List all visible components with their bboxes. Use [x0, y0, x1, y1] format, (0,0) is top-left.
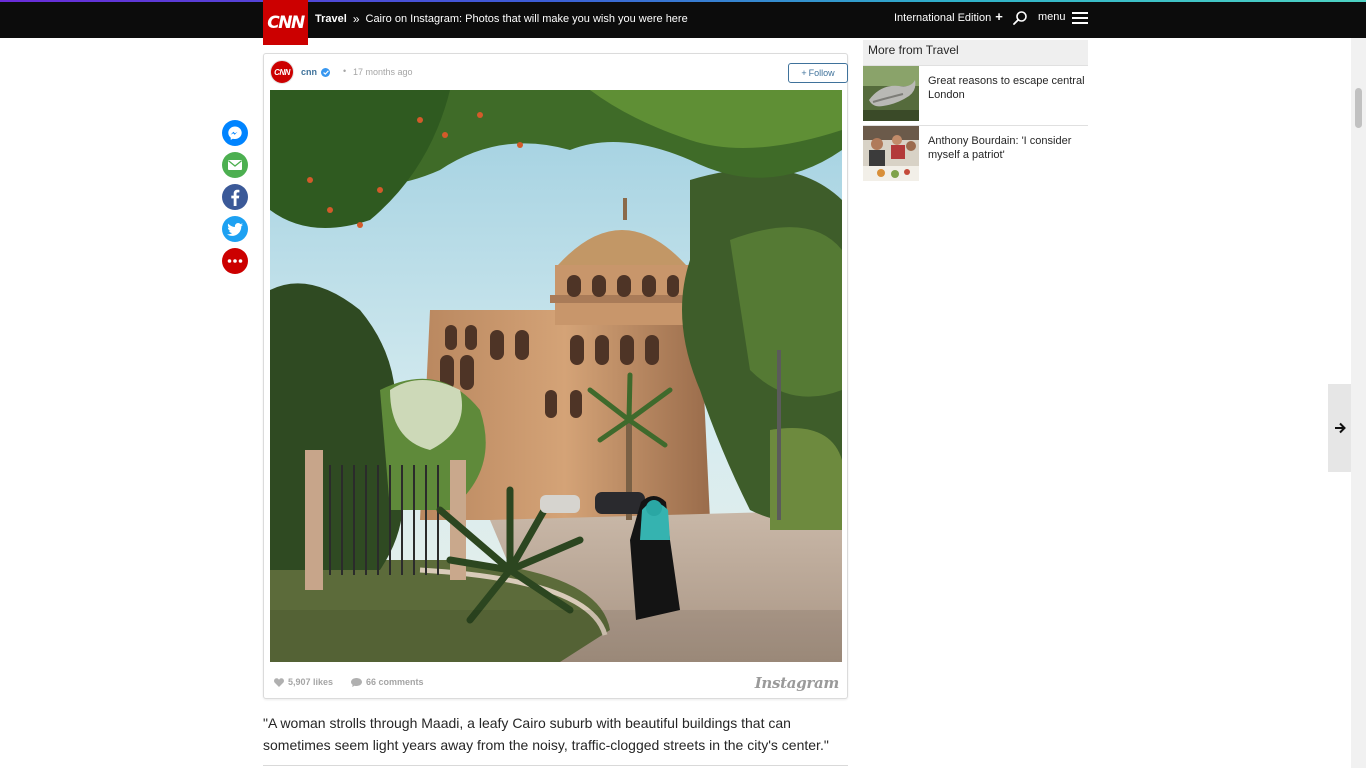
edition-label: International Edition: [894, 11, 992, 24]
menu-button-label[interactable]: menu: [1038, 11, 1066, 23]
verified-badge-icon: [321, 67, 331, 77]
instagram-embed: CNN cnn • 17 months ago + Follow 5,907 l…: [263, 53, 848, 699]
hamburger-menu-icon[interactable]: [1072, 12, 1088, 25]
comments-count[interactable]: 66 comments: [351, 677, 424, 687]
rail-heading: More from Travel: [863, 40, 1088, 66]
share-rail: [222, 120, 248, 280]
embed-footer: 5,907 likes 66 comments Instagram: [274, 674, 839, 694]
likes-label: 5,907 likes: [288, 677, 334, 687]
rail-item-thumbnail[interactable]: [863, 66, 919, 121]
more-share-icon[interactable]: [222, 248, 248, 274]
comment-icon: [351, 677, 362, 687]
rail-item-title[interactable]: Great reasons to escape central London: [928, 74, 1086, 102]
heart-icon: [274, 677, 284, 687]
edition-picker[interactable]: International Edition +: [894, 9, 1003, 24]
rail-item[interactable]: Anthony Bourdain: 'I consider myself a p…: [863, 126, 1088, 186]
nav-accent-stripe: [0, 0, 1366, 2]
post-timestamp[interactable]: 17 months ago: [353, 67, 413, 77]
page-scrollbar[interactable]: [1351, 38, 1366, 768]
breadcrumb-section-link[interactable]: Travel: [315, 13, 347, 25]
post-photo[interactable]: [270, 90, 842, 662]
scrollbar-thumb[interactable]: [1355, 88, 1362, 128]
likes-count[interactable]: 5,907 likes: [274, 677, 333, 687]
rail-item[interactable]: Great reasons to escape central London: [863, 66, 1088, 126]
email-icon[interactable]: [222, 152, 248, 178]
search-icon[interactable]: [1012, 10, 1028, 26]
arrow-right-icon: [1334, 422, 1346, 434]
facebook-icon[interactable]: [222, 184, 248, 210]
avatar[interactable]: CNN: [270, 60, 294, 84]
breadcrumb-separator: »: [352, 12, 360, 26]
meta-dot: •: [343, 66, 347, 76]
edition-plus-icon: +: [995, 9, 1003, 24]
cnn-logo[interactable]: CNN: [263, 0, 308, 45]
next-gallery-button[interactable]: [1328, 384, 1351, 472]
follow-plus-icon: +: [801, 68, 807, 78]
breadcrumb: Travel » Cairo on Instagram: Photos that…: [315, 11, 688, 27]
username: cnn: [301, 67, 318, 77]
more-from-travel-rail: More from Travel Great reasons to escape…: [863, 40, 1088, 186]
follow-label: Follow: [808, 68, 835, 78]
page-title: Cairo on Instagram: Photos that will mak…: [365, 13, 688, 25]
instagram-wordmark[interactable]: Instagram: [755, 674, 840, 692]
rail-item-thumbnail[interactable]: [863, 126, 919, 181]
comments-label: 66 comments: [366, 677, 424, 687]
twitter-icon[interactable]: [222, 216, 248, 242]
photo-caption: "A woman strolls through Maadi, a leafy …: [263, 715, 829, 753]
username-link[interactable]: cnn: [301, 67, 331, 77]
divider: [263, 765, 848, 766]
embed-header: CNN cnn • 17 months ago + Follow: [270, 60, 848, 86]
messenger-icon[interactable]: [222, 120, 248, 146]
follow-button[interactable]: + Follow: [788, 63, 848, 83]
rail-item-title[interactable]: Anthony Bourdain: 'I consider myself a p…: [928, 134, 1086, 162]
